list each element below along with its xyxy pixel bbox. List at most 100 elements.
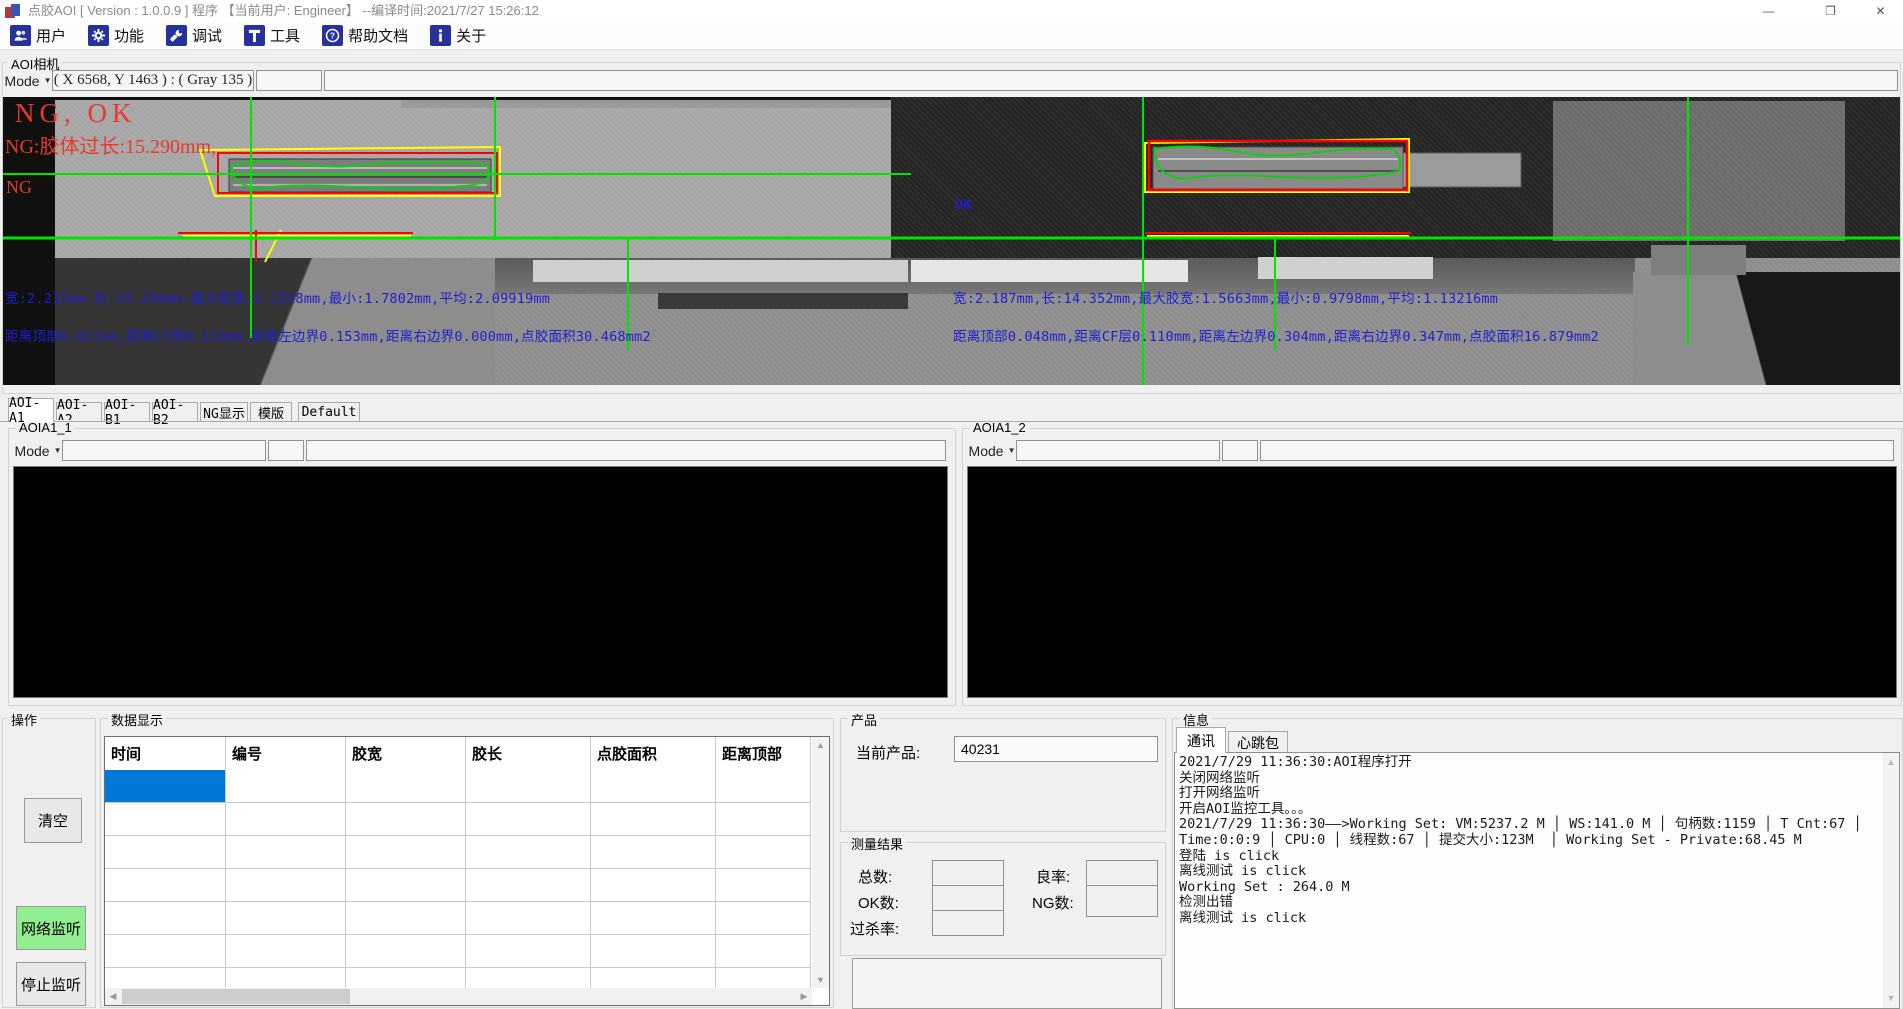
close-button-icon[interactable]: ✕ [1858,0,1903,22]
table-cell[interactable] [716,935,811,968]
table-cell[interactable] [716,869,811,902]
scroll-up-icon[interactable]: ▲ [1883,755,1899,769]
aoia1-2-field-2 [1222,440,1258,461]
log-line: 登陆 is click [1179,849,1879,865]
table-cell[interactable] [105,770,226,803]
menu-item-debug[interactable]: 调试 [164,24,224,48]
about-icon [430,25,451,46]
table-cell[interactable] [466,803,591,836]
menu-item-user[interactable]: 用户 [8,24,68,48]
tab-baseline [0,421,1903,422]
overkill-label: 过杀率: [850,918,899,939]
table-column-header[interactable]: 胶长 [466,737,591,770]
log-scrollbar[interactable] [1883,753,1899,1008]
table-row[interactable] [105,770,811,803]
info-log-area[interactable]: 2021/7/29 11:36:30:AOI程序打开关闭网络监听打开网络监听开启… [1174,752,1900,1009]
tab-default[interactable]: Default [298,402,360,422]
table-cell[interactable] [591,770,716,803]
table-cell[interactable] [591,869,716,902]
table-cell[interactable] [466,770,591,803]
hscroll-thumb[interactable] [122,989,350,1004]
table-cell[interactable] [346,869,466,902]
tab-template[interactable]: 模版 [250,402,292,422]
table-row[interactable] [105,803,811,836]
current-product-input[interactable]: 40231 [954,736,1158,762]
aoia1-2-image-view[interactable] [967,466,1897,698]
camera-image-view[interactable]: NG, OK NG:胶体过长:15.290mm, NG OK 宽:2.215mm… [3,97,1900,385]
table-cell[interactable] [105,869,226,902]
table-cell[interactable] [105,836,226,869]
aoia1-1-image-view[interactable] [13,466,948,698]
table-cell[interactable] [466,935,591,968]
table-cell[interactable] [346,836,466,869]
tab-aoi-b2[interactable]: AOI-B2 [152,402,198,422]
table-cell[interactable] [226,902,346,935]
table-cell[interactable] [105,902,226,935]
user-icon [10,25,31,46]
table-row[interactable] [105,869,811,902]
table-cell[interactable] [591,803,716,836]
table-cell[interactable] [591,935,716,968]
table-cell[interactable] [346,770,466,803]
wrench-icon [166,25,187,46]
table-cell[interactable] [105,935,226,968]
table-cell[interactable] [226,935,346,968]
main-toolbar: 用户 功能 调试 工具 ? 帮助文档 关于 [0,22,1903,50]
table-cell[interactable] [591,902,716,935]
menu-item-label: 帮助文档 [348,25,408,46]
minimize-button-icon[interactable]: — [1746,0,1791,22]
network-listen-button[interactable]: 网络监听 [16,906,86,950]
restore-button-icon[interactable]: ❐ [1808,0,1853,22]
menu-item-tools[interactable]: 工具 [242,24,302,48]
table-cell[interactable] [226,803,346,836]
menu-item-help[interactable]: ? 帮助文档 [320,24,410,48]
table-cell[interactable] [466,902,591,935]
tab-ng-display[interactable]: NG显示 [200,402,248,422]
table-column-header[interactable]: 时间 [105,737,226,770]
clear-button[interactable]: 清空 [24,798,82,843]
table-cell[interactable] [226,770,346,803]
chevron-down-icon: ▼ [44,76,52,85]
table-cell[interactable] [105,803,226,836]
info-tab-comm[interactable]: 通讯 [1176,727,1226,753]
chevron-down-icon: ▼ [54,446,62,455]
table-column-header[interactable]: 编号 [226,737,346,770]
table-row[interactable] [105,935,811,968]
tab-aoi-a1[interactable]: AOI-A1 [8,398,54,422]
table-cell[interactable] [346,803,466,836]
menu-item-function[interactable]: 功能 [86,24,146,48]
stop-listen-button[interactable]: 停止监听 [16,962,86,1006]
table-cell[interactable] [591,836,716,869]
aoia1-1-mode-dropdown[interactable]: Mode▼ [16,440,60,461]
scroll-down-icon[interactable]: ▼ [812,972,829,988]
table-cell[interactable] [346,902,466,935]
table-cell[interactable] [716,836,811,869]
table-cell[interactable] [346,935,466,968]
table-cell[interactable] [716,902,811,935]
table-column-header[interactable]: 距离顶部 [716,737,811,770]
camera-mode-dropdown[interactable]: Mode▼ [6,70,50,91]
table-cell[interactable] [716,770,811,803]
tab-aoi-a2[interactable]: AOI-A2 [56,402,102,422]
scroll-left-icon[interactable]: ◀ [105,988,121,1005]
scroll-right-icon[interactable]: ▶ [796,988,812,1005]
info-tab-heartbeat[interactable]: 心跳包 [1228,731,1288,753]
operation-group-label: 操作 [8,710,40,729]
menu-item-about[interactable]: 关于 [428,24,488,48]
table-cell[interactable] [226,869,346,902]
table-vscrollbar[interactable] [812,737,829,988]
table-row[interactable] [105,902,811,935]
table-row[interactable] [105,836,811,869]
scroll-up-icon[interactable]: ▲ [812,737,829,753]
table-column-header[interactable]: 胶宽 [346,737,466,770]
product-group-label: 产品 [848,710,880,729]
component-shapes [229,147,1746,309]
table-column-header[interactable]: 点胶面积 [591,737,716,770]
scroll-down-icon[interactable]: ▼ [1883,991,1899,1005]
tab-aoi-b1[interactable]: AOI-B1 [104,402,150,422]
table-cell[interactable] [466,836,591,869]
table-cell[interactable] [716,803,811,836]
aoia1-2-mode-dropdown[interactable]: Mode▼ [970,440,1014,461]
table-cell[interactable] [466,869,591,902]
table-cell[interactable] [226,836,346,869]
